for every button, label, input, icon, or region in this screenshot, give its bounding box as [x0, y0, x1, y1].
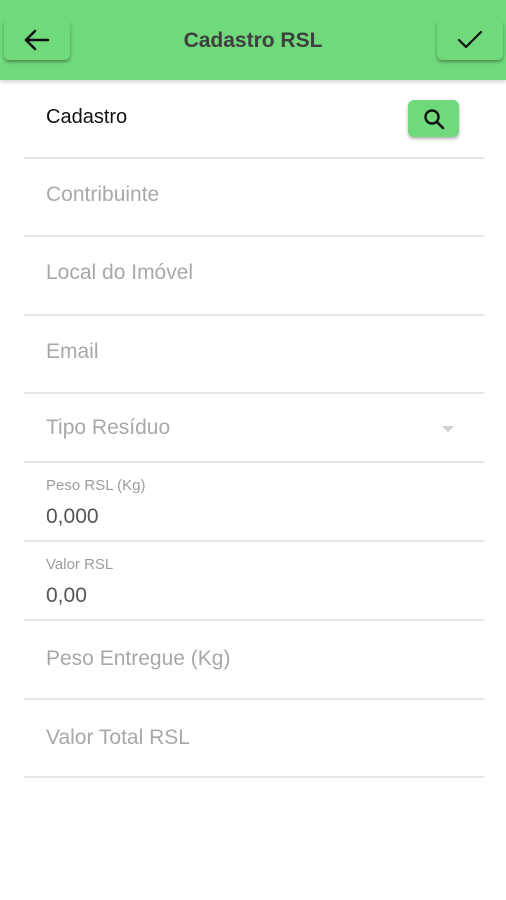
app-header: Cadastro RSL [0, 0, 506, 80]
cadastro-row: Cadastro [24, 80, 484, 159]
valor-rsl-value: 0,00 [46, 584, 87, 607]
dropdown-caret-icon [442, 426, 454, 432]
check-icon [457, 30, 483, 49]
tipo-residuo-select[interactable]: Tipo Resíduo [24, 394, 484, 463]
valor-rsl-field[interactable]: Valor RSL 0,00 [24, 542, 484, 621]
contribuinte-placeholder: Contribuinte [46, 182, 160, 206]
peso-entregue-field[interactable]: Peso Entregue (Kg) [24, 621, 484, 700]
tipo-residuo-placeholder: Tipo Resíduo [46, 416, 171, 439]
contribuinte-field[interactable]: Contribuinte [24, 159, 484, 237]
page-title: Cadastro RSL [183, 29, 323, 52]
valor-rsl-label: Valor RSL [46, 556, 114, 573]
rsl-form: Cadastro Contribuinte Local do Imóvel Em… [24, 80, 484, 778]
email-field[interactable]: Email [24, 316, 484, 394]
arrow-left-icon [24, 29, 50, 51]
valor-total-field[interactable]: Valor Total RSL [24, 700, 484, 778]
search-icon [423, 108, 444, 129]
peso-rsl-field[interactable]: Peso RSL (Kg) 0,000 [24, 463, 484, 542]
peso-rsl-value: 0,000 [46, 505, 99, 528]
peso-rsl-label: Peso RSL (Kg) [46, 477, 146, 494]
cadastro-label: Cadastro [46, 106, 128, 128]
local-imovel-placeholder: Local do Imóvel [46, 261, 194, 284]
search-button[interactable] [408, 100, 459, 137]
confirm-button[interactable] [437, 20, 503, 60]
back-button[interactable] [4, 20, 70, 60]
valor-total-placeholder: Valor Total RSL [46, 725, 190, 749]
local-imovel-field[interactable]: Local do Imóvel [24, 237, 484, 316]
email-placeholder: Email [46, 339, 99, 363]
peso-entregue-placeholder: Peso Entregue (Kg) [46, 647, 231, 670]
